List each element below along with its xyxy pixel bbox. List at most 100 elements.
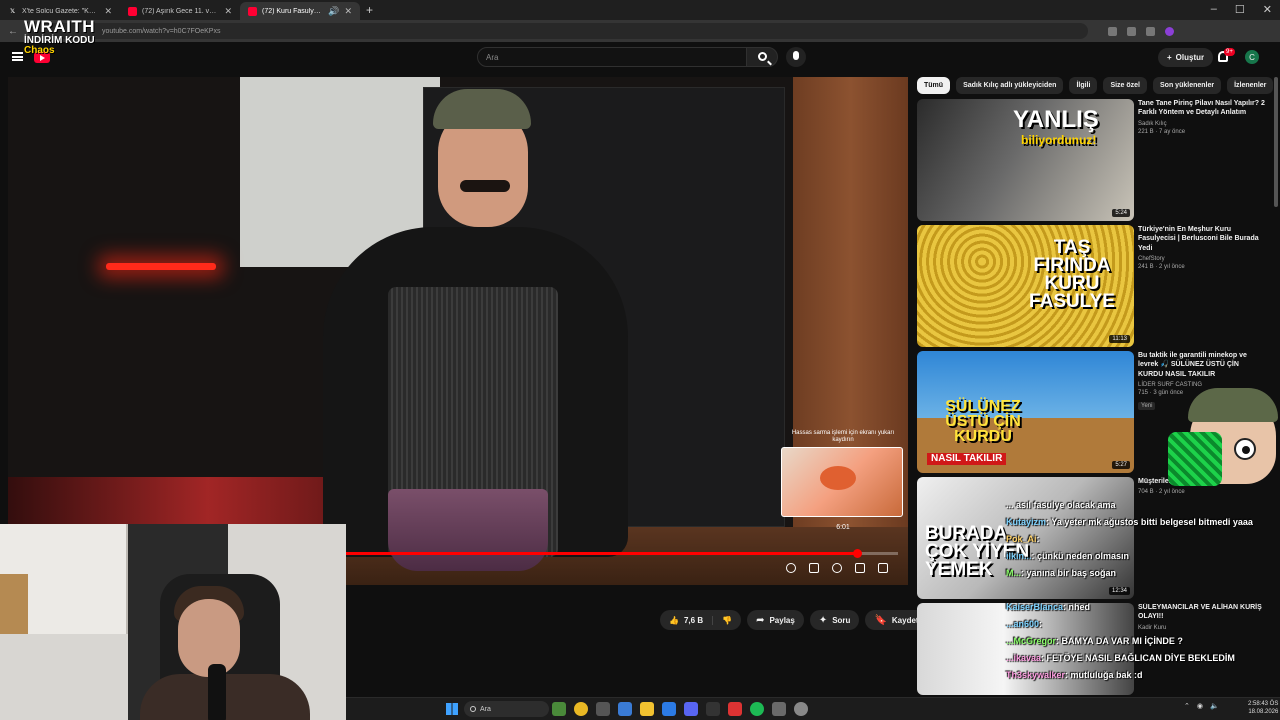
mascot-green-cube [1168, 432, 1222, 486]
ask-button[interactable]: ✦ Soru [809, 610, 860, 630]
progress-bar[interactable] [346, 549, 898, 558]
chat-username: Kutayizm [1006, 517, 1047, 527]
bookmark-icon: 🔖 [874, 614, 887, 626]
recommendation-title[interactable]: Türkiye'nin En Meşhur Kuru Fasulyecisi |… [1138, 225, 1266, 253]
chat-message: Kutayizm: Ya yeter mk ağustos bitti belg… [1006, 517, 1253, 527]
app-icon[interactable] [552, 702, 566, 716]
windows-start-icon[interactable] [446, 703, 458, 715]
windows-taskbar: Ara ⌃ ◉ 🔈 2:58:43 ÖS 18.08.2026 [346, 697, 1280, 720]
sponsor-code: Chaos [24, 45, 55, 56]
back-arrow-icon[interactable]: ← [8, 26, 18, 37]
app-icon[interactable] [794, 702, 808, 716]
task-view-icon[interactable] [596, 702, 610, 716]
recommendation-thumbnail[interactable]: YANLIŞ biliyordunuz! 5:24 [917, 99, 1134, 221]
dislike-button[interactable]: 👎 [713, 616, 741, 625]
app-icon[interactable] [618, 702, 632, 716]
chat-text: ... asıl fasulye olacak ama [1006, 500, 1116, 510]
recommendation-channel[interactable]: ChefStory [1138, 256, 1266, 262]
file-explorer-icon[interactable] [640, 702, 654, 716]
sidebar-scrollbar[interactable] [1274, 77, 1278, 207]
progress-scrubber[interactable] [852, 549, 862, 558]
chat-text: : yanına bir baş soğan [1021, 568, 1117, 578]
menu-icon[interactable] [12, 52, 23, 61]
volume-icon[interactable]: 🔈 [1210, 702, 1219, 710]
subtitles-icon[interactable] [809, 563, 819, 573]
fullscreen-icon[interactable] [878, 563, 888, 573]
maximize-icon[interactable]: ☐ [1235, 3, 1245, 16]
obs-icon[interactable] [706, 702, 720, 716]
extension-icon[interactable] [1127, 26, 1136, 36]
speaker-icon[interactable]: 🔊 [328, 6, 339, 17]
extension-icon[interactable] [1108, 26, 1117, 36]
recommendation-title[interactable]: SÜLEYMANCILAR VE ALİHAN KURİŞ OLAYI!! [1138, 603, 1266, 622]
bookmark-star-icon[interactable] [1146, 26, 1155, 36]
browser-tab[interactable]: (72) Aşırık Gece 11. ve 12. Bölü ✕ [120, 2, 240, 20]
chat-message: M...: yanına bir baş soğan [1006, 568, 1116, 578]
share-button[interactable]: ➦ Paylaş [747, 610, 804, 630]
profile-avatar-icon[interactable] [1165, 26, 1174, 36]
thumbnail-subcaption: NASIL TAKILIR [927, 453, 1007, 465]
recommendation-title[interactable]: Bu taktik ile garantili minekop ve levre… [1138, 351, 1266, 379]
new-tab-button[interactable]: + [366, 3, 373, 17]
recommendation-item[interactable]: YANLIŞ biliyordunuz! 5:24 Tane Tane Piri… [917, 99, 1267, 221]
close-window-icon[interactable]: ✕ [1263, 3, 1272, 16]
chrome-icon[interactable] [574, 702, 588, 716]
system-clock[interactable]: 2:58:43 ÖS 18.08.2026 [1248, 700, 1278, 717]
chat-message: KaiserBlanca: nhed [1006, 602, 1090, 612]
chip-related[interactable]: İlgili [1069, 77, 1098, 94]
webcam-boxes [0, 574, 28, 634]
discord-icon[interactable] [684, 702, 698, 716]
video-scene-cap [433, 89, 531, 129]
account-avatar[interactable]: C [1245, 50, 1259, 64]
edge-icon[interactable] [662, 702, 676, 716]
address-bar-row: ← youtube.com/watch?v=h0C7FOeKPxs [0, 20, 1280, 42]
chip-from-uploader[interactable]: Sadık Kılıç adlı yükleyiciden [956, 77, 1064, 94]
youtube-header: Ara + Oluştur 9+ C [0, 42, 1280, 74]
theater-mode-icon[interactable] [855, 563, 865, 573]
recommendation-channel[interactable]: Kadir Kuru [1138, 625, 1266, 631]
precise-seek-hint: Hassas sarma işlemi için ekranı yukarı k… [791, 430, 895, 444]
thumbnail-caption: YANLIŞ [1013, 106, 1099, 133]
app-icon[interactable] [728, 702, 742, 716]
recommendation-item[interactable]: SÜLEYMANCILAR VE ALİHAN KURİŞ OLAYI!! Ka… [917, 603, 1267, 695]
video-scene-mustache [460, 180, 510, 192]
chip-watched[interactable]: İzlenenler [1227, 77, 1274, 94]
url-field[interactable]: youtube.com/watch?v=h0C7FOeKPxs [28, 23, 1088, 39]
thumbs-up-icon: 👍 [669, 615, 679, 625]
network-icon[interactable]: ◉ [1197, 702, 1203, 710]
settings-gear-icon[interactable] [832, 563, 842, 573]
video-player[interactable]: Hassas sarma işlemi için ekranı yukarı k… [8, 77, 908, 585]
minimize-icon[interactable]: – [1211, 3, 1217, 16]
chip-recent[interactable]: Son yüklenenler [1153, 77, 1222, 94]
search-input[interactable]: Ara [477, 47, 747, 67]
like-button[interactable]: 👍 7,6 B [660, 615, 714, 625]
taskbar-search[interactable]: Ara [464, 701, 549, 717]
webcam-microphone [208, 664, 226, 720]
seek-preview-time: 6:01 [836, 524, 850, 531]
video-duration: 12:34 [1108, 587, 1130, 595]
close-tab-icon[interactable]: ✕ [104, 6, 112, 17]
x-logo-icon: 𝕏 [10, 8, 15, 15]
chat-message: Th3skywalker: mutluluğa bak :d [1006, 670, 1143, 680]
chip-all[interactable]: Tümü [917, 77, 951, 94]
recommendation-channel[interactable]: Sadık Kılıç [1138, 121, 1266, 127]
close-tab-icon[interactable]: ✕ [224, 6, 232, 17]
recommendation-thumbnail[interactable]: TAŞ FIRINDA KURU FASULYE 11:13 [917, 225, 1134, 347]
browser-tab-active[interactable]: (72) Kuru Fasulye Tarifi | (Nasıl 🔊 ✕ [240, 2, 360, 20]
create-button[interactable]: + Oluştur [1158, 48, 1214, 67]
spotify-icon[interactable] [750, 702, 764, 716]
recommendation-title[interactable]: Tane Tane Pirinç Pilavı Nasıl Yapılır? 2… [1138, 99, 1266, 118]
autoplay-toggle-icon[interactable] [786, 563, 796, 573]
app-icon[interactable] [772, 702, 786, 716]
search-icon [758, 52, 767, 61]
recommendation-thumbnail[interactable]: SÜLÜNEZ ÜSTÜ ÇİN KURDU NASIL TAKILIR 5:2… [917, 351, 1134, 473]
recommendation-thumbnail[interactable] [917, 603, 1134, 695]
recommendation-item[interactable]: TAŞ FIRINDA KURU FASULYE 11:13 Türkiye'n… [917, 225, 1267, 347]
voice-search-icon[interactable] [786, 47, 806, 67]
close-tab-icon[interactable]: ✕ [344, 6, 352, 17]
chevron-up-icon[interactable]: ⌃ [1184, 702, 1190, 710]
ask-label: Soru [832, 615, 851, 625]
taskbar-apps [552, 702, 808, 716]
search-button[interactable] [746, 47, 778, 67]
chip-for-you[interactable]: Size özel [1103, 77, 1148, 94]
